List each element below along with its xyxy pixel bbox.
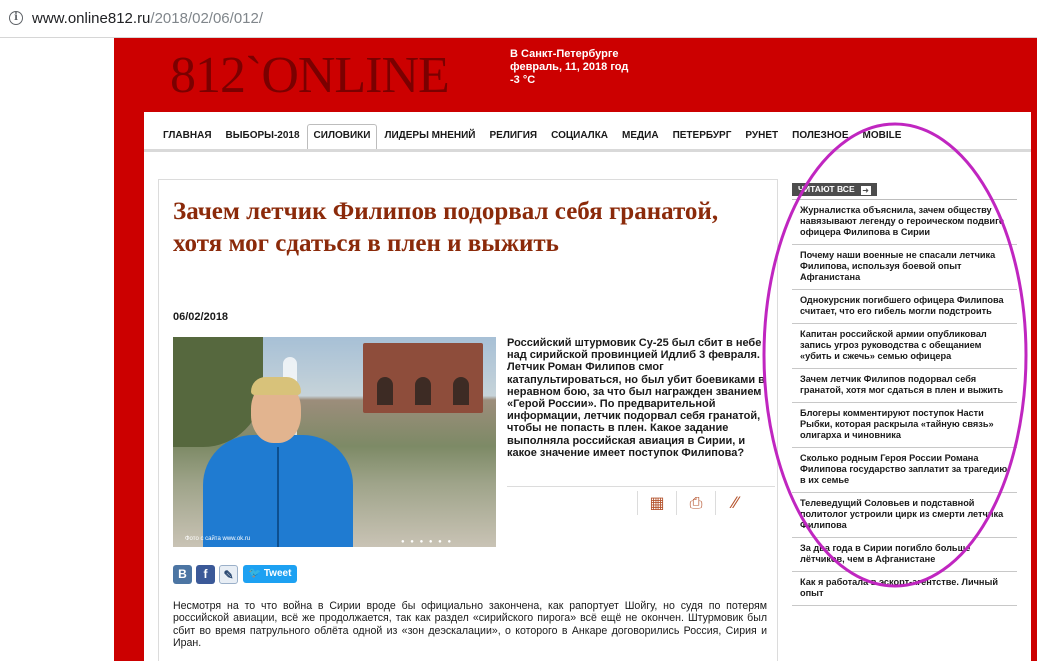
vk-icon[interactable]: В xyxy=(173,565,192,584)
browser-address-bar[interactable]: i www.online812.ru/2018/02/06/012/ xyxy=(0,0,1037,38)
article: Зачем летчик Филипов подорвал себя грана… xyxy=(158,179,778,661)
weather-block: В Санкт-Петербурге февраль, 11, 2018 год… xyxy=(510,48,628,87)
popular-list-item[interactable]: За два года в Сирии погибло больше лётчи… xyxy=(792,538,1017,572)
nav-item[interactable]: МЕДИА xyxy=(615,129,666,149)
weather-date: февраль, 11, 2018 год xyxy=(510,61,629,73)
url-path: /2018/02/06/012/ xyxy=(150,10,264,27)
photo-pager-dots[interactable]: ● ● ● ● ● ● xyxy=(401,539,453,545)
nav-item[interactable]: СОЦИАЛКА xyxy=(544,129,615,149)
nav-item[interactable]: РЕЛИГИЯ xyxy=(483,129,545,149)
photo-caption: Фото с сайта www.ok.ru xyxy=(185,536,251,542)
popular-list-item[interactable]: Сколько родным Героя России Романа Филип… xyxy=(792,448,1017,493)
popular-list-item[interactable]: Однокурсник погибшего офицера Филипова с… xyxy=(792,290,1017,324)
livejournal-icon[interactable]: ✎ xyxy=(219,565,238,584)
popular-list-item[interactable]: Как я работала в эскорт-агентстве. Личны… xyxy=(792,572,1017,606)
popular-list-item[interactable]: Журналистка объяснила, зачем обществу на… xyxy=(792,200,1017,245)
article-date: 06/02/2018 xyxy=(173,311,229,323)
popular-list-item[interactable]: Капитан российской армии опубликовал зап… xyxy=(792,324,1017,369)
url-host: www.online812.ru xyxy=(32,10,151,27)
weather-temp: -3 °C xyxy=(510,74,536,86)
main-nav: ГЛАВНАЯ ВЫБОРЫ-2018 СИЛОВИКИ ЛИДЕРЫ МНЕНИЙ Р… xyxy=(144,112,1031,152)
weather-city: В Санкт-Петербурге xyxy=(510,48,619,60)
article-body: Несмотря на то что война в Сирии вроде б… xyxy=(173,600,767,650)
popular-list-item[interactable]: Блогеры комментируют поступок Насти Рыбк… xyxy=(792,403,1017,448)
photo-person-hair xyxy=(251,377,301,395)
nav-item[interactable]: ГЛАВНАЯ xyxy=(156,129,219,149)
tweet-button[interactable]: 🐦 Tweet xyxy=(243,565,297,583)
article-title: Зачем летчик Филипов подорвал себя грана… xyxy=(173,198,719,257)
article-photo[interactable]: Фото с сайта www.ok.ru ● ● ● ● ● ● xyxy=(173,337,496,547)
content-area: Зачем летчик Филипов подорвал себя грана… xyxy=(144,152,1031,661)
url-field[interactable]: www.online812.ru/2018/02/06/012/ xyxy=(32,10,263,28)
tweet-label: Tweet xyxy=(263,568,292,579)
photo-arch xyxy=(415,377,431,405)
nav-item[interactable]: MOBILE xyxy=(856,129,909,149)
photo-arch xyxy=(377,377,393,405)
info-icon[interactable]: i xyxy=(9,11,23,25)
nav-item[interactable]: ЛИДЕРЫ МНЕНИЙ xyxy=(377,129,482,149)
photo-zip xyxy=(277,447,279,547)
site-frame: 812`ONLINE В Санкт-Петербурге февраль, 1… xyxy=(114,38,1037,661)
popular-list: Журналистка объяснила, зачем обществу на… xyxy=(792,199,1017,606)
print-icon[interactable]: ⎙ xyxy=(676,491,715,515)
nav-item[interactable]: СИЛОВИКИ xyxy=(306,124,378,149)
nav-item[interactable]: ПОЛЕЗНОЕ xyxy=(785,129,855,149)
popular-heading[interactable]: ЧИТАЮТ ВСЕ ➜ xyxy=(792,183,877,196)
share-icon[interactable]: ⁄⁄ xyxy=(715,491,754,515)
nav-item[interactable]: РУНЕТ xyxy=(738,129,785,149)
article-tools: ▦ ⎙ ⁄⁄ xyxy=(507,486,775,519)
popular-list-item[interactable]: Почему наши военные не спасали летчика Ф… xyxy=(792,245,1017,290)
facebook-icon[interactable]: f xyxy=(196,565,215,584)
photo-arch xyxy=(453,377,469,405)
popular-list-item[interactable]: Телеведущий Соловьев и подставной полито… xyxy=(792,493,1017,538)
popular-sidebar: ЧИТАЮТ ВСЕ ➜ Журналистка объяснила, зачем… xyxy=(792,179,1017,606)
photo-tree xyxy=(173,337,263,447)
site-logo[interactable]: 812`ONLINE xyxy=(170,44,450,108)
popular-list-item[interactable]: Зачем летчик Филипов подорвал себя грана… xyxy=(792,369,1017,403)
bookmark-icon[interactable]: ▦ xyxy=(637,491,676,515)
nav-item[interactable]: ВЫБОРЫ-2018 xyxy=(219,129,307,149)
photo-building xyxy=(363,343,483,413)
arrow-right-icon: ➜ xyxy=(860,186,871,195)
nav-item[interactable]: ПЕТЕРБУРГ xyxy=(666,129,739,149)
article-lead: Российский штурмовик Су-25 был сбит в не… xyxy=(507,337,765,459)
popular-heading-label: ЧИТАЮТ ВСЕ xyxy=(798,184,855,194)
